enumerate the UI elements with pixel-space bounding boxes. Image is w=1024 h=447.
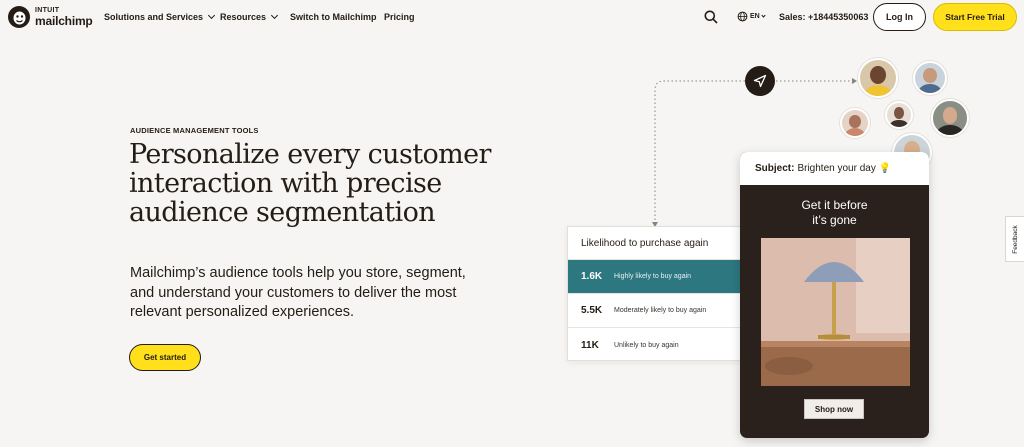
likelihood-title: Likelihood to purchase again — [568, 227, 740, 260]
brand-intuit: INTUIT — [35, 7, 60, 14]
nav-resources[interactable]: Resources — [220, 11, 279, 22]
chevron-down-icon — [761, 12, 766, 18]
lamp-product-image — [761, 238, 910, 386]
hero-subtext: Mailchimp’s audience tools help you stor… — [130, 265, 466, 320]
mailchimp-logo[interactable]: INTUIT mailchimp — [7, 5, 93, 29]
nav-solutions-label: Solutions and Services — [104, 12, 204, 22]
email-subject: Subject: Brighten your day 💡 — [740, 152, 929, 185]
chevron-down-icon — [207, 11, 216, 20]
email-preview: Subject: Brighten your day 💡 Get it befo… — [740, 152, 929, 438]
likelihood-row: 5.5K Moderately likely to buy again — [568, 294, 740, 328]
paper-plane-icon — [753, 74, 767, 88]
avatar — [858, 58, 898, 98]
login-button[interactable]: Log In — [873, 3, 926, 31]
nav-pricing[interactable]: Pricing — [384, 12, 415, 22]
nav-switch-label: Switch to Mailchimp — [290, 12, 377, 22]
likelihood-card: Likelihood to purchase again 1.6K Highly… — [567, 226, 741, 361]
chevron-down-icon — [270, 11, 279, 20]
shop-now-button[interactable]: Shop now — [804, 399, 864, 419]
brand-mailchimp: mailchimp — [35, 14, 93, 28]
avatar — [885, 101, 913, 129]
email-subject-text: Brighten your day 💡 — [797, 163, 892, 174]
likelihood-row: 1.6K Highly likely to buy again — [568, 260, 740, 294]
hero-eyebrow: AUDIENCE MANAGEMENT TOOLS — [130, 126, 259, 135]
avatar — [931, 99, 969, 137]
nav-resources-label: Resources — [220, 12, 267, 22]
globe-icon — [737, 11, 748, 22]
email-headline-line-1: Get it before — [801, 198, 868, 212]
start-free-trial-button[interactable]: Start Free Trial — [933, 3, 1017, 31]
likelihood-label: Moderately likely to buy again — [614, 307, 707, 314]
feedback-tab[interactable]: Feedback — [1005, 216, 1024, 262]
freddie-logo-icon — [8, 6, 30, 28]
hero-headline: Personalize every customer interaction w… — [129, 139, 491, 228]
avatar — [913, 61, 947, 95]
likelihood-value: 11K — [581, 339, 599, 351]
lamp-icon — [761, 238, 910, 386]
nav-solutions[interactable]: Solutions and Services — [104, 11, 216, 22]
email-subject-label: Subject: — [755, 163, 795, 174]
likelihood-label: Highly likely to buy again — [614, 273, 692, 280]
nav-pricing-label: Pricing — [384, 12, 415, 22]
get-started-button[interactable]: Get started — [129, 344, 201, 371]
likelihood-value: 1.6K — [581, 271, 603, 282]
language-selector[interactable]: EN — [737, 11, 766, 22]
sales-phone[interactable]: Sales: +18445350063 — [779, 12, 868, 22]
likelihood-row: 11K Unlikely to buy again — [568, 328, 740, 362]
email-headline: Get it before it’s gone — [740, 198, 929, 228]
top-nav: INTUIT mailchimp Solutions and Services … — [0, 0, 1024, 34]
likelihood-label: Unlikely to buy again — [614, 341, 679, 349]
feedback-label: Feedback — [1011, 224, 1019, 254]
email-headline-line-2: it’s gone — [812, 213, 857, 227]
language-label: EN — [750, 13, 760, 20]
search-icon[interactable] — [704, 10, 718, 24]
avatar — [840, 108, 870, 138]
likelihood-value: 5.5K — [581, 305, 603, 316]
nav-switch[interactable]: Switch to Mailchimp — [290, 12, 377, 22]
send-button — [745, 66, 775, 96]
